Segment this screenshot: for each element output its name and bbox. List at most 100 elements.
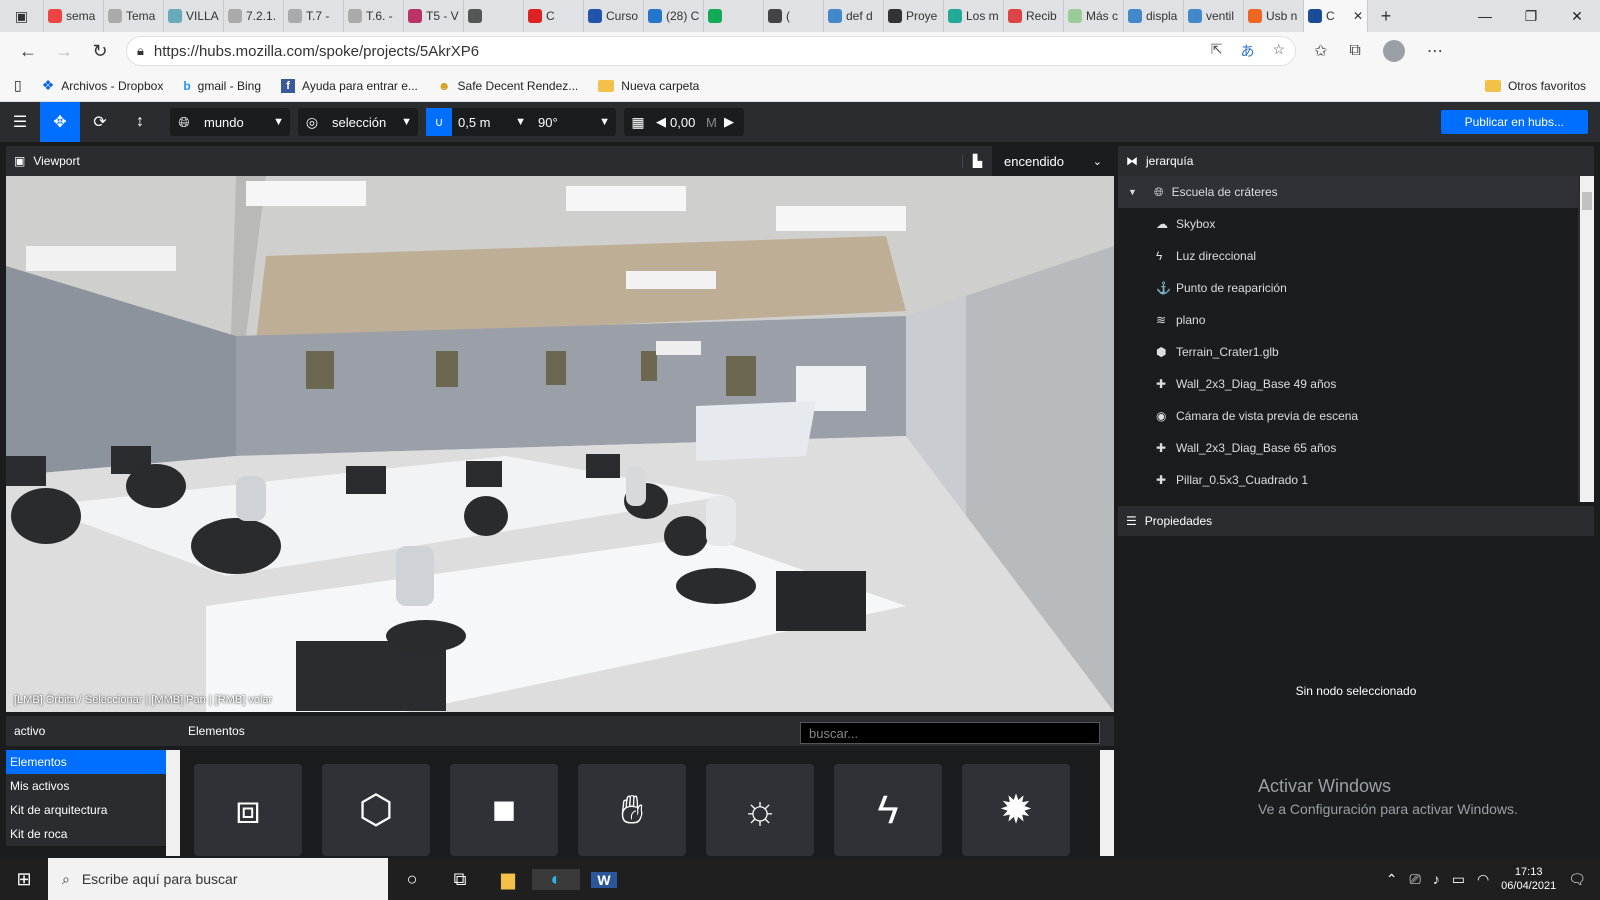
bookmark-facebook[interactable]: f Ayuda para entrar e... xyxy=(281,78,418,93)
hierarchy-node[interactable]: ☁ Skybox xyxy=(1118,208,1578,240)
grid-decrease-button[interactable]: ◀ xyxy=(652,108,670,136)
browser-tab[interactable]: T5 - V xyxy=(404,0,464,32)
hierarchy-node[interactable]: ϟ Luz direccional xyxy=(1118,240,1578,272)
asset-tile-light[interactable]: ☼ xyxy=(706,764,814,856)
3d-scene-canvas[interactable]: [LMB] Órbita / Seleccionar | [MMB] Pan |… xyxy=(6,176,1114,712)
pivot-selector[interactable]: ◎ selección ▼ xyxy=(298,108,418,136)
close-window-button[interactable]: ✕ xyxy=(1554,0,1600,32)
asset-tile-box[interactable]: ⬡ xyxy=(322,764,430,856)
browser-tab[interactable]: sema xyxy=(44,0,104,32)
bookmark-rendezvous[interactable]: ☻ Safe Decent Rendez... xyxy=(438,79,578,93)
asset-category-elements[interactable]: Elementos xyxy=(6,750,166,774)
publish-button[interactable]: Publicar en hubs... xyxy=(1440,110,1588,134)
space-selector[interactable]: 🌐︎ mundo ▼ xyxy=(170,108,290,136)
hierarchy-node[interactable]: ◉ Cámara de vista previa de escena xyxy=(1118,400,1578,432)
word-button[interactable]: W xyxy=(580,869,628,890)
tab-actions-button[interactable]: ▣ xyxy=(0,0,44,32)
open-in-app-icon[interactable]: ⇱ xyxy=(1211,41,1223,61)
snap-magnet-toggle[interactable]: ∪ xyxy=(426,108,452,136)
asset-category-rock-kit[interactable]: Kit de roca xyxy=(6,822,166,846)
snap-angle-select[interactable]: 90° ▼ xyxy=(532,108,616,136)
collections-icon[interactable]: ⧉ xyxy=(1349,42,1360,60)
reload-button[interactable]: ↻ xyxy=(82,41,118,62)
browser-tab[interactable]: displa xyxy=(1124,0,1184,32)
rotate-tool-button[interactable]: ⟳ xyxy=(80,102,120,142)
grid-icon[interactable]: ▦ xyxy=(624,114,652,131)
new-tab-button[interactable]: + xyxy=(1368,0,1404,32)
browser-tab[interactable]: T.7 - xyxy=(284,0,344,32)
scroll-thumb[interactable] xyxy=(1582,192,1592,210)
wifi-icon[interactable]: ◠ xyxy=(1477,871,1489,888)
browser-tab[interactable]: (28) C xyxy=(644,0,704,32)
caret-down-icon[interactable]: ▼ xyxy=(1128,187,1146,197)
browser-tab[interactable]: Proye xyxy=(884,0,944,32)
task-view-button[interactable]: ⧉ xyxy=(436,869,484,890)
hierarchy-node[interactable]: ✚ Wall_2x3_Diag_Base 65 años xyxy=(1118,432,1578,464)
bookmark-dropbox[interactable]: ❖ Archivos - Dropbox xyxy=(42,77,164,94)
reading-list-icon[interactable]: ▯ xyxy=(14,77,22,94)
asset-tile-image[interactable]: ■ xyxy=(450,764,558,856)
taskbar-search[interactable]: ⌕ Escribe aquí para buscar xyxy=(48,858,388,900)
browser-tab[interactable]: 7.2.1. xyxy=(224,0,284,32)
other-favorites[interactable]: Otros favoritos xyxy=(1484,79,1586,93)
microphone-icon[interactable]: ♪ xyxy=(1433,871,1440,887)
hierarchy-scrollbar[interactable] xyxy=(1580,176,1594,502)
add-favorite-icon[interactable]: ☆ xyxy=(1272,41,1285,61)
browser-tab[interactable]: ventil xyxy=(1184,0,1244,32)
browser-tab[interactable]: Recib xyxy=(1004,0,1064,32)
browser-tab[interactable]: ( xyxy=(764,0,824,32)
hierarchy-node[interactable]: ⚓ Punto de reaparición xyxy=(1118,272,1578,304)
hierarchy-node[interactable]: ≋ plano xyxy=(1118,304,1578,336)
browser-tab[interactable]: def d xyxy=(824,0,884,32)
read-aloud-icon[interactable]: あ xyxy=(1240,41,1254,61)
more-menu-icon[interactable]: ⋯ xyxy=(1427,41,1443,61)
clock[interactable]: 17:13 06/04/2021 xyxy=(1501,865,1556,893)
asset-category-architecture-kit[interactable]: Kit de arquitectura xyxy=(6,798,166,822)
meet-now-icon[interactable]: ⎚ xyxy=(1410,871,1421,888)
hierarchy-root-node[interactable]: ▼ 🌐︎ Escuela de cráteres xyxy=(1118,176,1578,208)
browser-tab[interactable]: Tema xyxy=(104,0,164,32)
url-box[interactable]: 🔒︎ https://hubs.mozilla.com/spoke/projec… xyxy=(126,36,1296,66)
browser-tab[interactable]: Más c xyxy=(1064,0,1124,32)
asset-search-input[interactable]: buscar... xyxy=(800,722,1100,744)
browser-tab[interactable]: Curso xyxy=(584,0,644,32)
browser-tab[interactable]: VILLA xyxy=(164,0,224,32)
favorites-icon[interactable]: ✩ xyxy=(1314,41,1327,61)
snap-distance-select[interactable]: 0,5 m ▼ xyxy=(452,108,532,136)
browser-tab[interactable]: C xyxy=(524,0,584,32)
start-button[interactable]: ⊞ xyxy=(0,869,48,890)
grid-increase-button[interactable]: ▶ xyxy=(720,108,738,136)
browser-tab[interactable] xyxy=(464,0,524,32)
edge-button[interactable]: ◐ xyxy=(532,868,580,890)
browser-tab[interactable]: C ✕ xyxy=(1304,0,1368,32)
asset-tile-model[interactable]: ⧈ xyxy=(194,764,302,856)
maximize-button[interactable]: ❐ xyxy=(1508,0,1554,32)
back-button[interactable]: ← xyxy=(10,41,46,62)
minimize-button[interactable]: — xyxy=(1462,0,1508,32)
hierarchy-node[interactable]: ✚ Pillar_0.5x3_Cuadrado 1 xyxy=(1118,464,1578,496)
url-text[interactable]: https://hubs.mozilla.com/spoke/projects/… xyxy=(154,43,479,60)
asset-tile-spotlight[interactable]: ✹ xyxy=(962,764,1070,856)
notifications-icon[interactable]: 🗨︎ xyxy=(1568,871,1586,888)
asset-tile-spawn[interactable]: ✋︎ xyxy=(578,764,686,856)
profile-avatar[interactable] xyxy=(1382,40,1405,62)
bookmark-folder[interactable]: Nueva carpeta xyxy=(598,79,699,93)
asset-category-my-assets[interactable]: Mis activos xyxy=(6,774,166,798)
hierarchy-node[interactable]: ✚ Wall_2x3_Diag_Base 49 años xyxy=(1118,368,1578,400)
category-scrollbar[interactable] xyxy=(166,750,180,856)
browser-tab[interactable]: Usb n xyxy=(1244,0,1304,32)
browser-tab[interactable]: Los m xyxy=(944,0,1004,32)
browser-tab[interactable]: T.6. - xyxy=(344,0,404,32)
forward-button[interactable]: → xyxy=(46,41,82,62)
render-mode-select[interactable]: encendido ⌄ xyxy=(992,146,1114,176)
bookmark-gmail-bing[interactable]: b gmail - Bing xyxy=(183,79,261,93)
hierarchy-node[interactable]: ⬢ Terrain_Crater1.glb xyxy=(1118,336,1578,368)
display-icon[interactable]: ▭ xyxy=(1452,871,1465,888)
menu-button[interactable]: ☰ xyxy=(0,102,40,142)
grid-height-value[interactable]: 0,00 xyxy=(670,108,706,136)
translate-tool-button[interactable]: ✥ xyxy=(40,102,80,142)
asset-tile-directional-light[interactable]: ϟ xyxy=(834,764,942,856)
asset-scrollbar[interactable] xyxy=(1100,750,1114,856)
cortana-button[interactable]: ○ xyxy=(388,869,436,890)
chevron-up-icon[interactable]: ⌃ xyxy=(1386,871,1398,888)
